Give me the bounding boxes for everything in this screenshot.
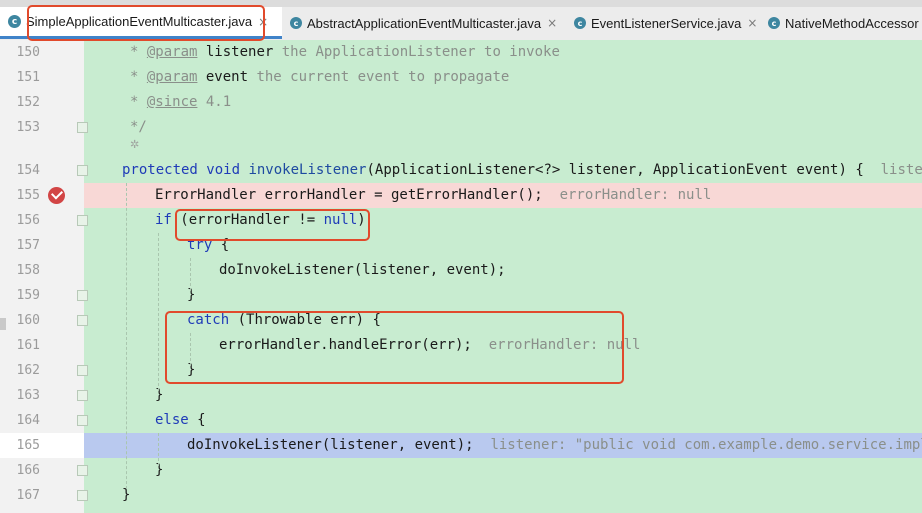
line-number: 155 <box>16 188 40 203</box>
code-line: 151 * @param event the current event to … <box>0 65 922 90</box>
code-line-breakpoint: 155 ErrorHandler errorHandler = getError… <box>0 183 922 208</box>
code-text: doInvokeListener(listener, event); <box>219 262 506 278</box>
line-number: 161 <box>16 338 40 353</box>
line-number: 166 <box>16 463 40 478</box>
code-line: 159 } <box>0 283 922 308</box>
line-number: 160 <box>16 313 40 328</box>
line-number: 164 <box>16 413 40 428</box>
annotation-box-tab <box>27 5 265 41</box>
code-line: 163 } <box>0 383 922 408</box>
tab-label: AbstractApplicationEventMulticaster.java <box>307 15 542 31</box>
code-text: } <box>155 387 164 403</box>
code-line: 167 } <box>0 483 922 508</box>
line-number: 157 <box>16 238 40 253</box>
tab-event-listener-service[interactable]: c EventListenerService.java × <box>566 7 760 39</box>
fold-marker[interactable] <box>77 415 88 426</box>
code-text: ErrorHandler errorHandler = getErrorHand… <box>155 187 712 203</box>
close-icon[interactable]: × <box>747 16 757 30</box>
class-icon: c <box>8 15 21 28</box>
class-icon: c <box>768 17 780 29</box>
line-number: 162 <box>16 363 40 378</box>
code-line: 164 else { <box>0 408 922 433</box>
fold-marker[interactable] <box>77 165 88 176</box>
line-number: 152 <box>16 95 40 110</box>
tab-label: NativeMethodAccessor <box>785 15 919 31</box>
code-line: 166 } <box>0 458 922 483</box>
close-icon[interactable]: × <box>547 16 557 30</box>
code-text: } <box>155 462 164 478</box>
indent-guide <box>158 433 159 466</box>
code-line: 156 if (errorHandler != null) <box>0 208 922 233</box>
indent-guide <box>126 183 127 489</box>
tab-label: EventListenerService.java <box>591 15 742 31</box>
code-text: * @param event the current event to prop… <box>130 69 510 85</box>
fold-marker[interactable] <box>77 315 88 326</box>
fold-marker[interactable] <box>77 290 88 301</box>
annotation-box-catch <box>165 311 624 384</box>
breakpoint-check-icon[interactable] <box>48 187 65 204</box>
line-number: 159 <box>16 288 40 303</box>
code-line: 152 * @since 4.1 <box>0 90 922 115</box>
fold-marker[interactable] <box>77 465 88 476</box>
fold-marker[interactable] <box>77 215 88 226</box>
code-text: * @since 4.1 <box>130 94 232 110</box>
fold-marker[interactable] <box>77 365 88 376</box>
code-line: 158 doInvokeListener(listener, event); <box>0 258 922 283</box>
line-number: 150 <box>16 45 40 60</box>
fold-marker[interactable] <box>77 122 88 133</box>
line-number: 158 <box>16 263 40 278</box>
line-number: 154 <box>16 163 40 178</box>
code-text: protected void invokeListener(Applicatio… <box>122 162 922 178</box>
code-text: else { <box>155 412 206 428</box>
line-number: 163 <box>16 388 40 403</box>
debug-gear-icon[interactable]: ✲ <box>130 134 139 152</box>
indent-guide <box>190 258 191 291</box>
line-number: 167 <box>16 488 40 503</box>
class-icon: c <box>574 17 586 29</box>
code-line: 154 protected void invokeListener(Applic… <box>0 158 922 183</box>
code-line: 157 try { <box>0 233 922 258</box>
code-text: } <box>187 287 196 303</box>
line-number: 153 <box>16 120 40 135</box>
class-icon: c <box>290 17 302 29</box>
code-text: * @param listener the ApplicationListene… <box>130 44 560 60</box>
line-number: 151 <box>16 70 40 85</box>
line-number: 156 <box>16 213 40 228</box>
indent-guide <box>158 233 159 391</box>
code-line: 150 * @param listener the ApplicationLis… <box>0 40 922 65</box>
code-line-execution-point: 165 doInvokeListener(listener, event); l… <box>0 433 922 458</box>
code-text: doInvokeListener(listener, event); liste… <box>187 437 922 453</box>
fold-marker[interactable] <box>77 390 88 401</box>
tab-native-method-accessor[interactable]: c NativeMethodAccessor <box>760 7 922 39</box>
annotation-box-condition <box>175 209 370 241</box>
fold-marker[interactable] <box>77 490 88 501</box>
tab-abstract-application-event-multicaster[interactable]: c AbstractApplicationEventMulticaster.ja… <box>282 7 566 39</box>
line-number: 165 <box>16 438 40 453</box>
